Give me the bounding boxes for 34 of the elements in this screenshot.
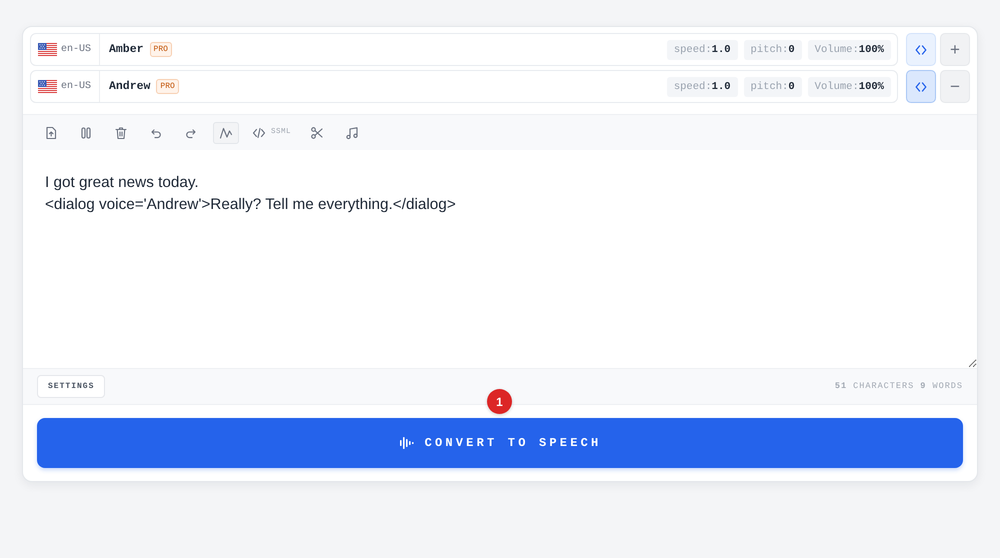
param-chip: speed:1.0: [666, 76, 738, 96]
param-chip: Volume:100%: [808, 40, 891, 60]
step-number-badge: 1: [487, 389, 512, 414]
scissors-icon: [310, 126, 324, 140]
file-upload-icon: [44, 126, 58, 140]
tier-tag: PRO: [150, 42, 172, 57]
trash-icon: [114, 126, 128, 140]
flag-icon: [38, 43, 57, 56]
music-icon: [345, 126, 360, 140]
voice-name: Andrew: [109, 78, 150, 95]
sound-wave-icon: [398, 436, 415, 450]
code-icon: [915, 80, 927, 92]
voice-action-button[interactable]: −: [940, 70, 970, 103]
tier-tag: PRO: [156, 79, 179, 94]
code-icon: [252, 126, 266, 140]
settings-button[interactable]: SETTINGS: [37, 375, 106, 398]
locale-label: en-US: [61, 80, 92, 94]
param-chip: speed:1.0: [666, 40, 738, 60]
character-word-count: 51 CHARACTERS 9 WORDS: [834, 380, 963, 393]
waveform-tool[interactable]: [213, 122, 239, 144]
param-chip: pitch:0: [744, 40, 802, 60]
param-chip: Volume:100%: [808, 76, 891, 96]
locale-label: en-US: [61, 43, 92, 57]
param-chip: pitch:0: [744, 76, 802, 96]
text-input[interactable]: I got great news today. <dialog voice='Andrew'>Really? Tell me everything.</dialog>: [23, 150, 977, 368]
code-button[interactable]: [906, 33, 936, 66]
voice-action-button[interactable]: +: [940, 33, 970, 66]
code-icon: [915, 44, 927, 56]
code-button[interactable]: [906, 70, 936, 103]
waveform-icon: [219, 126, 233, 140]
voice-name: Amber: [109, 42, 144, 58]
flag-icon: [38, 80, 57, 93]
pause-icon: [79, 126, 93, 140]
convert-to-speech-button[interactable]: CONVERT TO SPEECH: [37, 418, 963, 468]
